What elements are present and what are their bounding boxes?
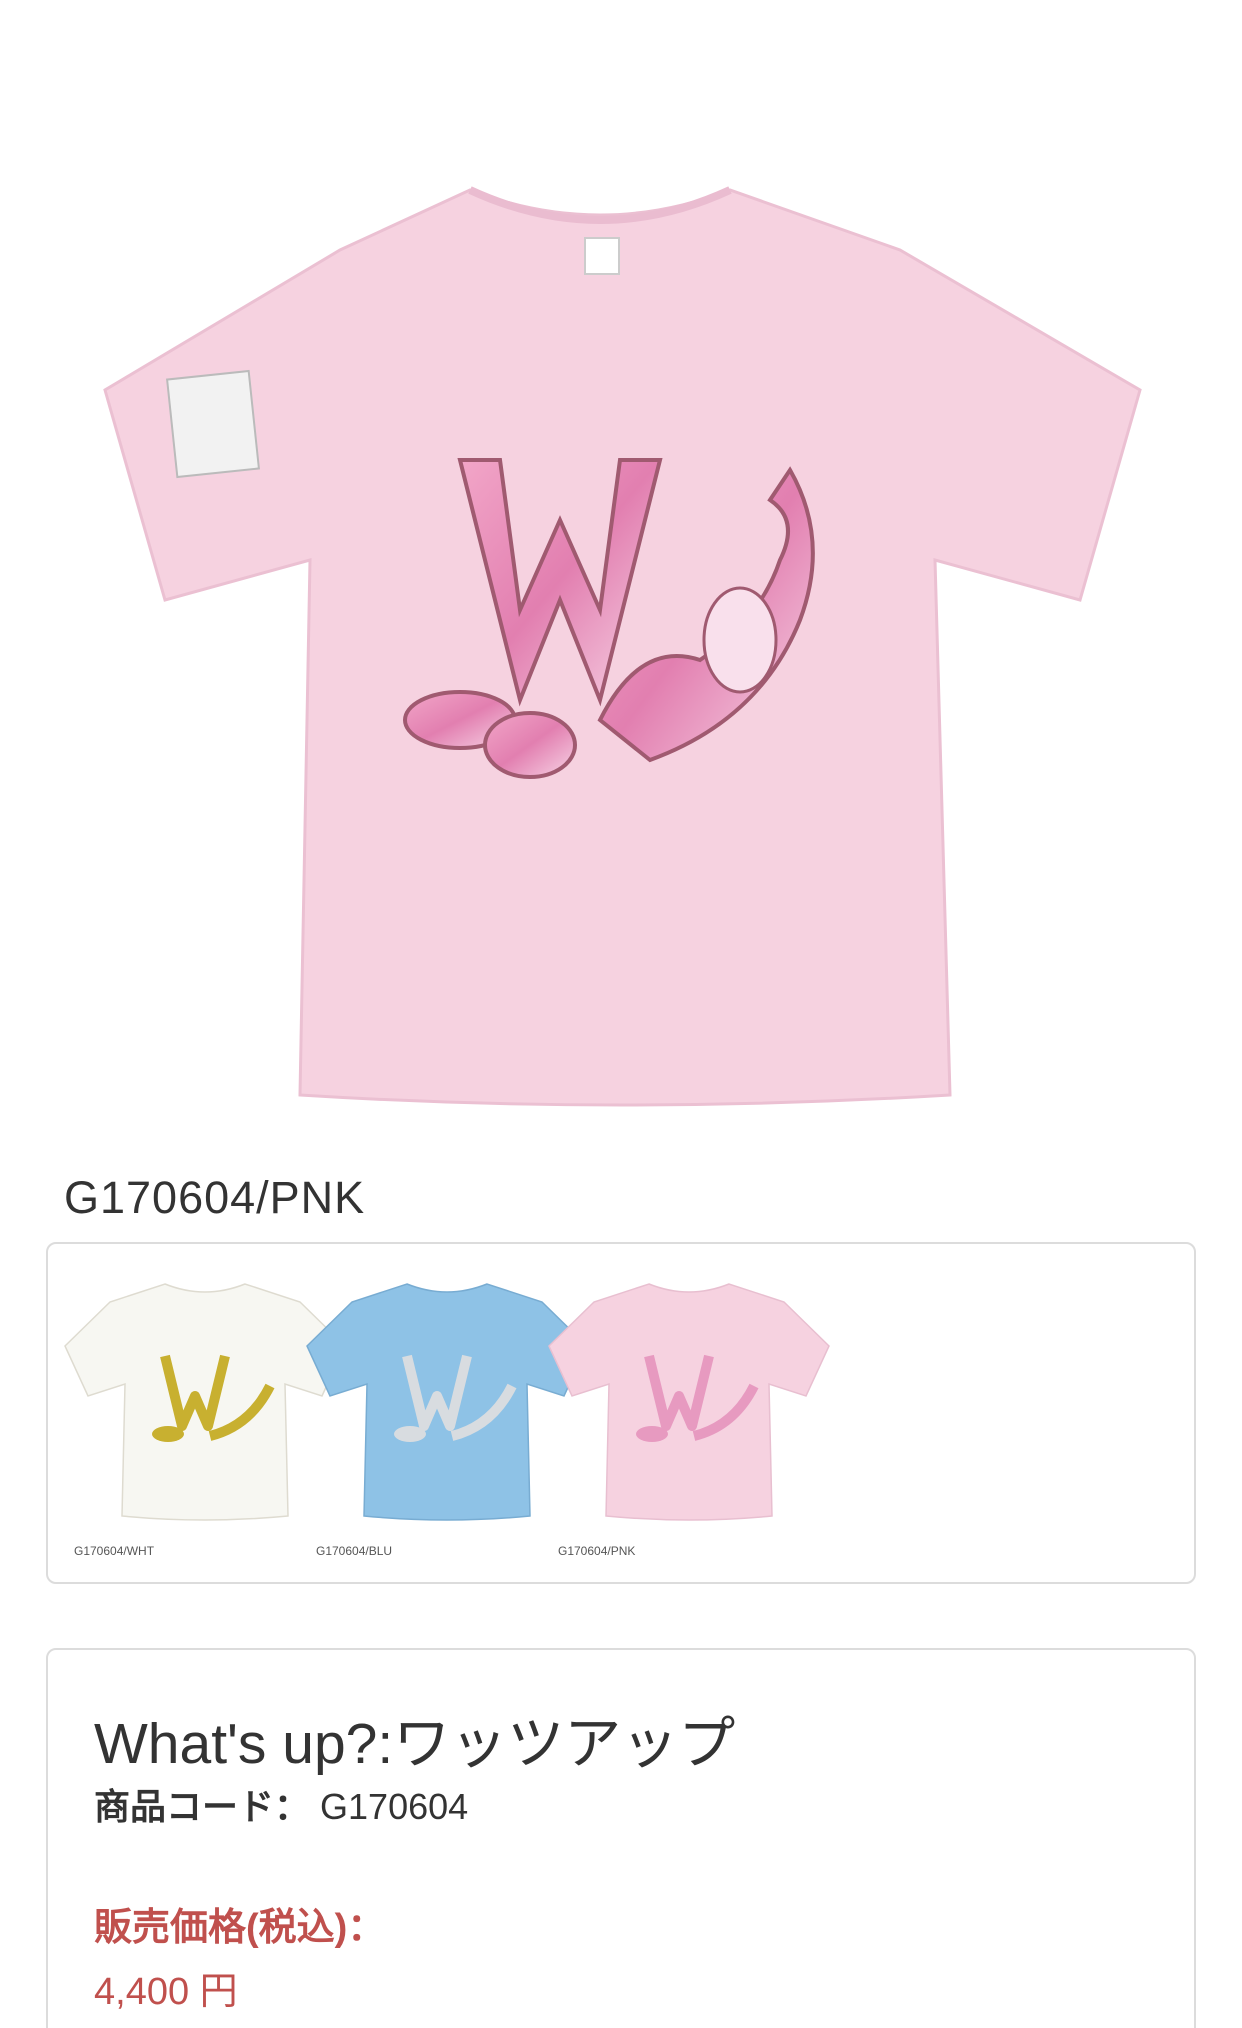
thumbnail-pink[interactable]: G170604/PNK xyxy=(544,1266,834,1566)
pink-tshirt-thumbnail-icon xyxy=(548,1283,830,1521)
thumbnail-label: G170604/BLU xyxy=(316,1544,393,1558)
thumbnail-label: G170604/PNK xyxy=(558,1544,636,1558)
selected-variant-code: G170604/PNK xyxy=(64,1172,366,1223)
thumbnail-label: G170604/WHT xyxy=(74,1544,155,1558)
product-name: What's up?:ワッツアップ xyxy=(94,1712,736,1776)
main-product-image[interactable] xyxy=(0,0,1242,1140)
variant-thumbnails: G170604/WHT G170604/BLU G170604/PNK xyxy=(46,1242,1196,1584)
pink-tshirt-image xyxy=(103,186,1142,1107)
product-info-panel: What's up?:ワッツアップ 商品コード： G170604 販売価格(税込… xyxy=(46,1648,1196,2028)
product-code-row: 商品コード： G170604 xyxy=(94,1778,468,1830)
product-code-value: G170604 xyxy=(320,1786,469,1827)
product-code-label: 商品コード： xyxy=(94,1786,311,1827)
price-value: 4,400 円 xyxy=(94,1971,238,2013)
price-label: 販売価格(税込)： xyxy=(94,1907,386,1949)
